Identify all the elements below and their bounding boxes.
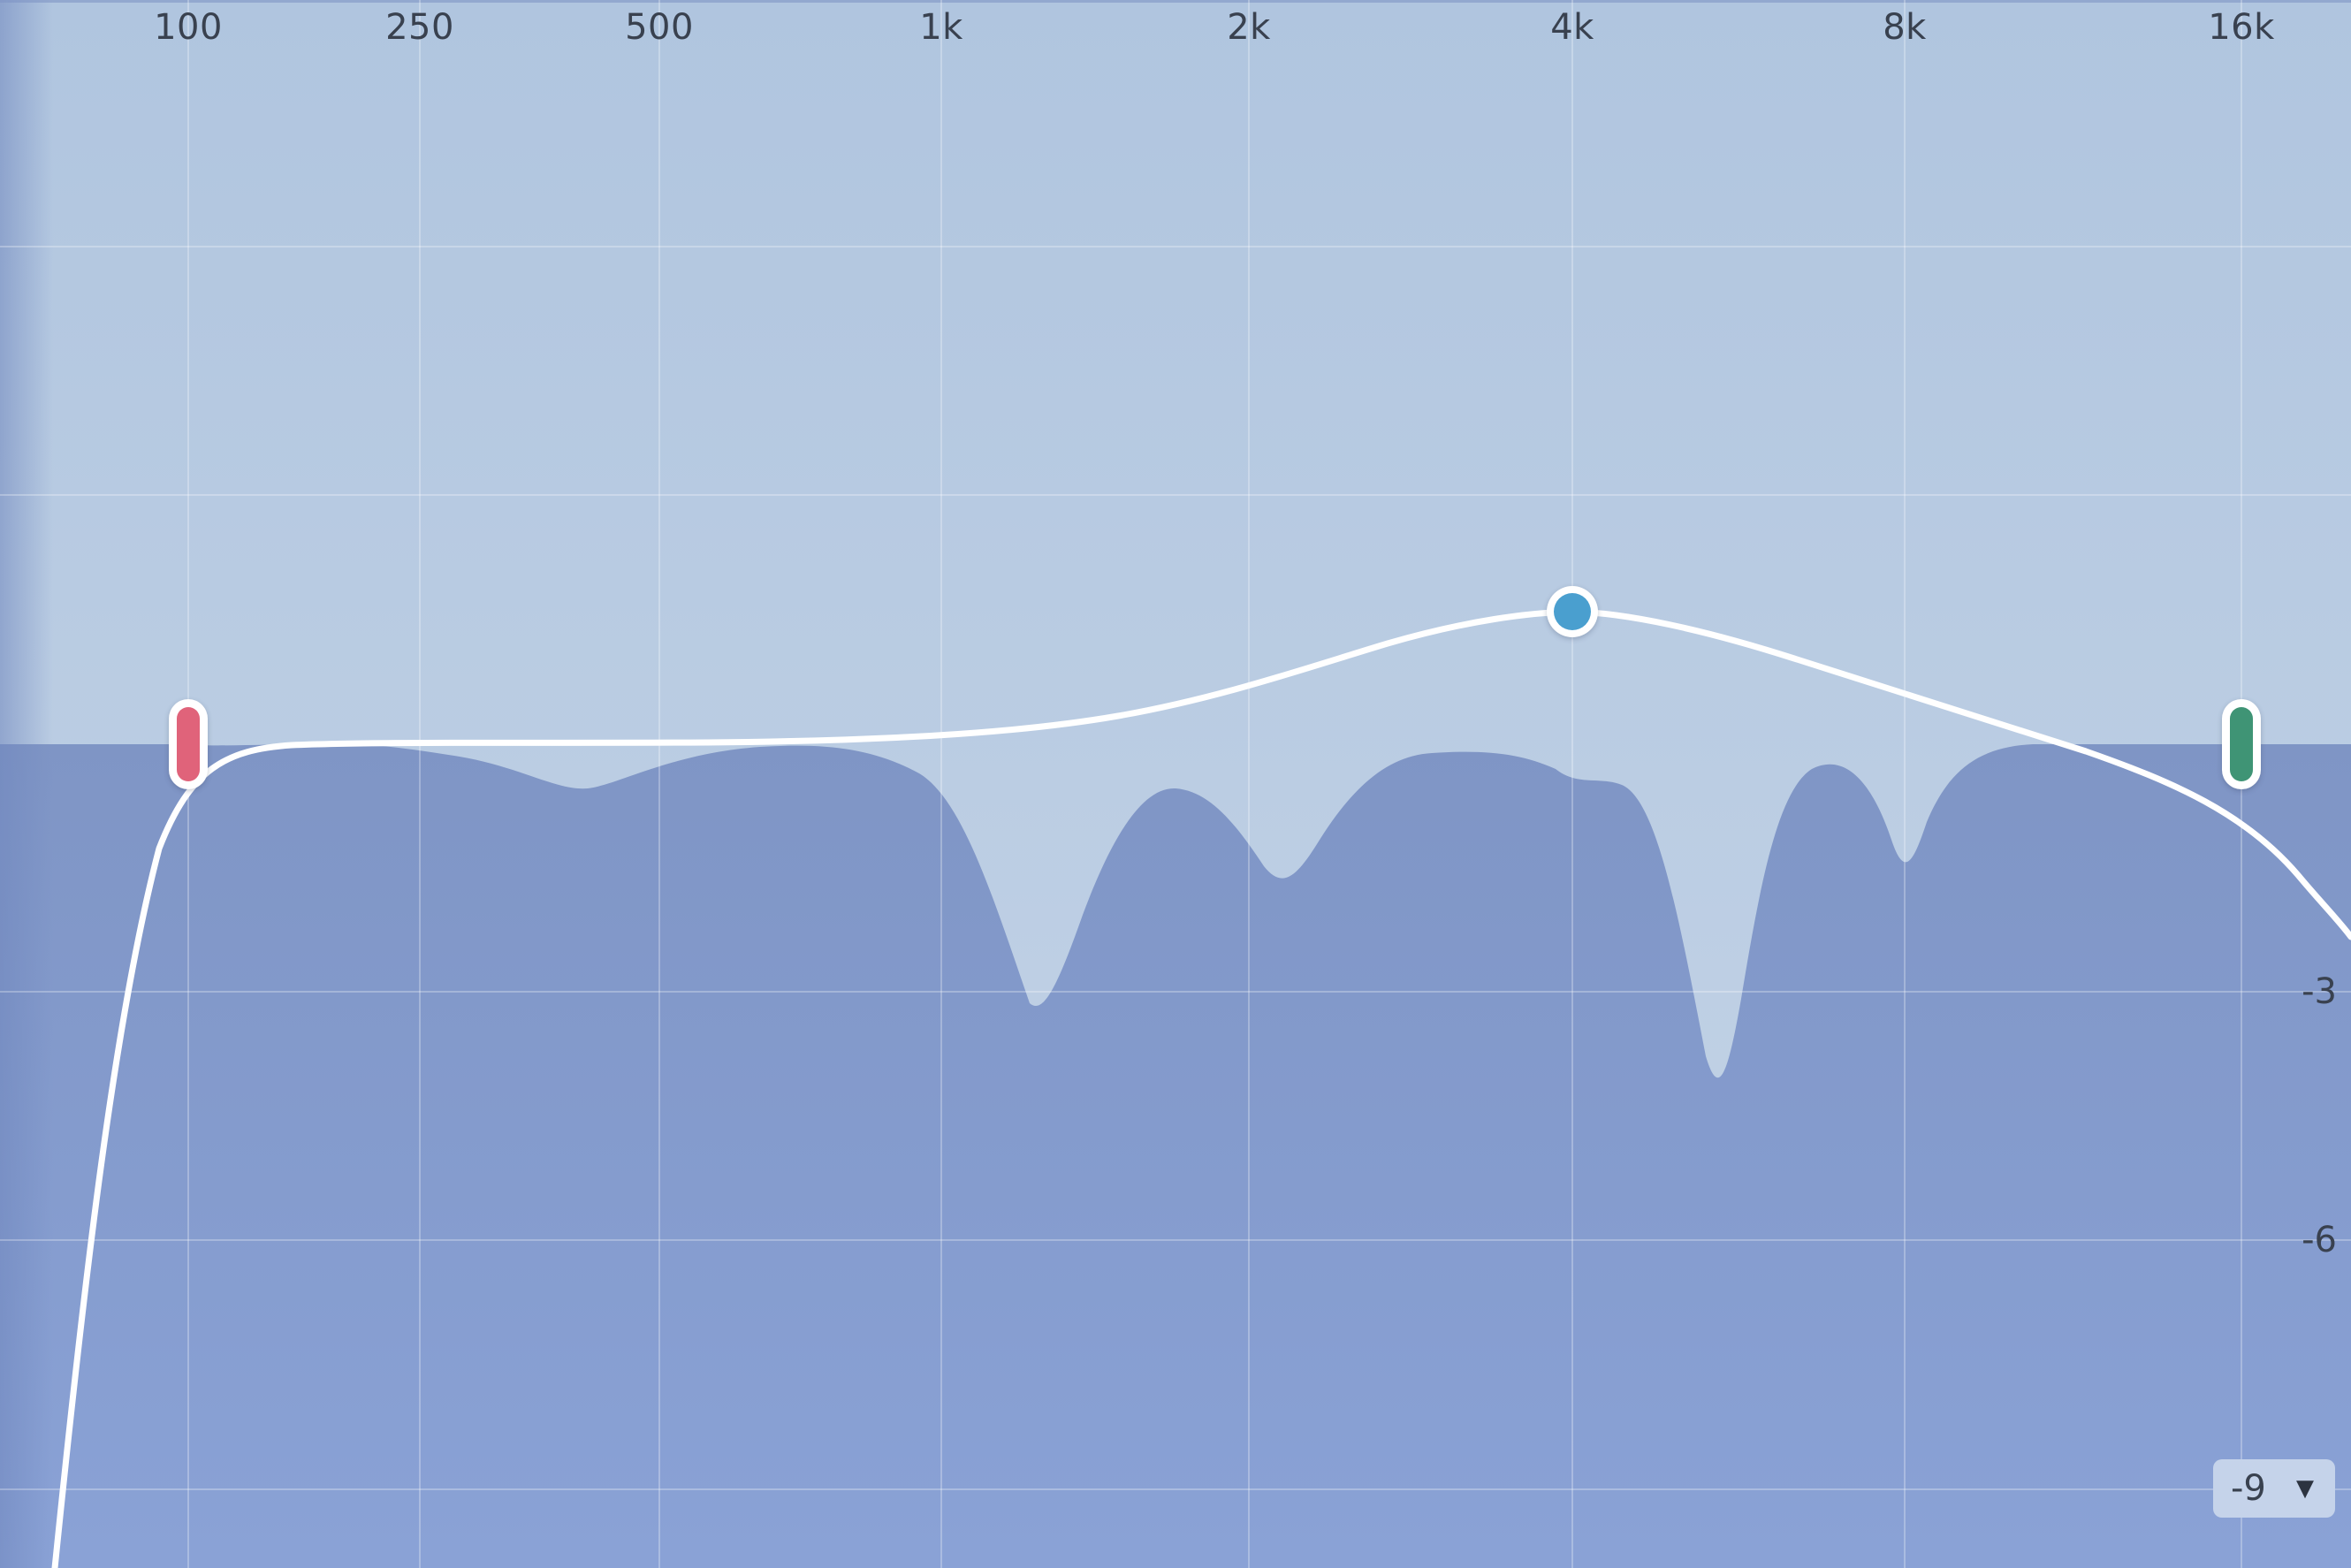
spectrum-fill [0, 742, 2351, 1568]
freq-label-500: 500 [625, 7, 694, 48]
low-cut-handle[interactable] [169, 699, 208, 789]
freq-label-16k: 16k [2208, 7, 2275, 48]
freq-label-2k: 2k [1227, 7, 1271, 48]
high-cut-handle[interactable] [2222, 699, 2261, 789]
freq-label-100: 100 [154, 7, 223, 48]
freq-label-250: 250 [385, 7, 454, 48]
pill-handle-icon [2230, 707, 2253, 781]
triangle-down-icon: ▼ [2296, 1475, 2314, 1502]
eq-graph [0, 0, 2351, 1568]
freq-label-4k: 4k [1550, 7, 1594, 48]
db-label-minus-6: -6 [2302, 1220, 2337, 1260]
freq-label-1k: 1k [919, 7, 963, 48]
freq-label-8k: 8k [1883, 7, 1927, 48]
bell-band-handle[interactable] [1547, 586, 1598, 637]
db-range-value: -9 [2231, 1468, 2266, 1509]
db-label-minus-3: -3 [2302, 971, 2337, 1012]
db-range-dropdown[interactable]: -9 ▼ [2213, 1459, 2335, 1518]
pill-handle-icon [177, 707, 200, 781]
equalizer-panel[interactable]: 100 250 500 1k 2k 4k 8k 16k -3 -6 -9 ▼ [0, 0, 2351, 1568]
circle-handle-icon [1554, 593, 1591, 630]
